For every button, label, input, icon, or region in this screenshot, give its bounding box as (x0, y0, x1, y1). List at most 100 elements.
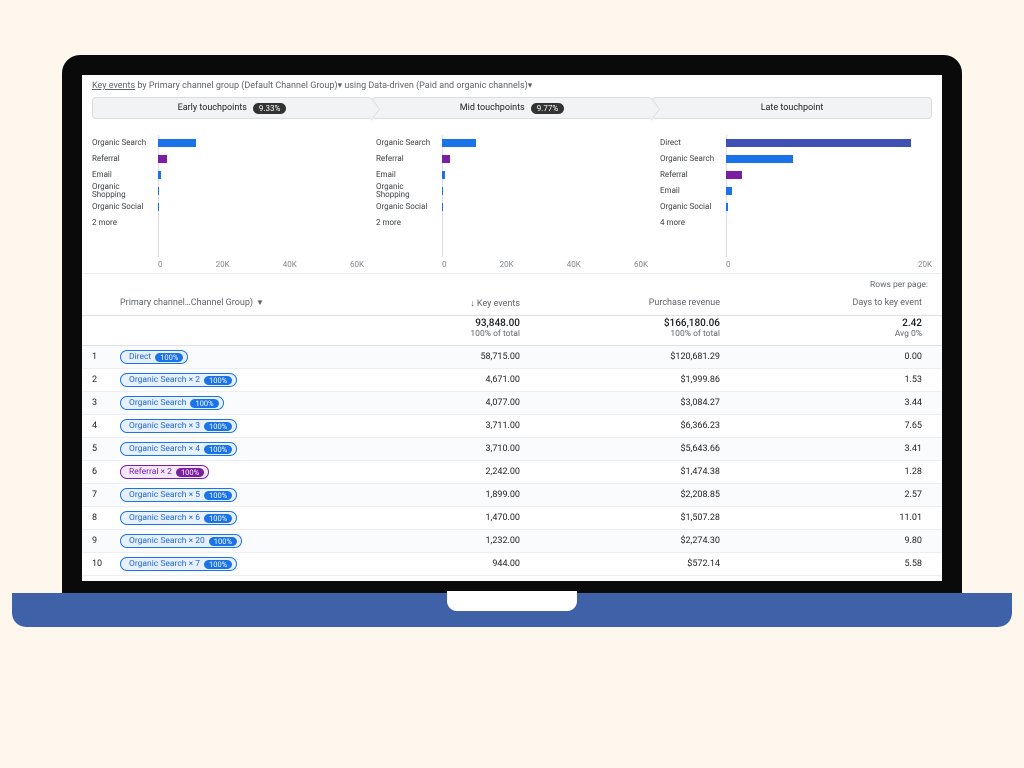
table-row[interactable]: 8Organic Search × 6100%1,470.00$1,507.28… (82, 507, 942, 530)
chart-bar-row: Organic Search (92, 135, 364, 151)
chart-bar-label: Email (92, 171, 154, 179)
table-row[interactable]: 4Organic Search × 3100%3,711.00$6,366.23… (82, 415, 942, 438)
channel-chip[interactable]: Direct100% (120, 350, 188, 364)
chart-bar-row: Referral (376, 151, 648, 167)
table-row[interactable]: 3Organic Search100%4,077.00$3,084.273.44 (82, 392, 942, 415)
chart-bar-label: Email (376, 171, 438, 179)
channel-chip[interactable]: Organic Search × 20100% (120, 534, 242, 548)
chart-bar (158, 203, 159, 211)
chip-label: Organic Search × 4 (129, 444, 200, 454)
chart-more[interactable]: 2 more (376, 219, 438, 227)
table-row[interactable]: 10Organic Search × 7100%944.00$572.145.5… (82, 553, 942, 576)
row-revenue: $3,084.27 (520, 398, 720, 408)
col-channel[interactable]: Primary channel…Channel Group)▼ (120, 298, 360, 309)
chip-badge: 100% (204, 445, 232, 454)
row-index: 5 (92, 444, 120, 454)
chip-label: Organic Search × 20 (129, 536, 205, 546)
chart-bar (442, 203, 443, 211)
chart-bar-label: Organic Social (92, 203, 154, 211)
chip-label: Organic Search × 2 (129, 375, 200, 385)
row-key-events: 58,715.00 (360, 352, 520, 362)
chart-bar-row: Email (660, 183, 932, 199)
touchpoint-tab[interactable]: Early touchpoints9.33% (92, 97, 372, 119)
touchpoint-tab[interactable]: Late touchpoint (652, 97, 932, 119)
chip-badge: 100% (204, 491, 232, 500)
table-row[interactable]: 2Organic Search × 2100%4,671.00$1,999.86… (82, 369, 942, 392)
chart-more[interactable]: 4 more (660, 219, 722, 227)
bar-chart: Organic SearchReferral Email Organic Shopp… (88, 135, 368, 273)
chart-bar (726, 203, 728, 211)
chart-more[interactable]: 2 more (92, 219, 154, 227)
table-summary-row: 93,848.00 100% of total $166,180.06 100%… (82, 316, 942, 346)
row-index: 2 (92, 375, 120, 385)
col-key-events[interactable]: ↓ Key events (360, 298, 520, 309)
bar-chart: DirectOrganic SearchReferralEmailOrganic… (656, 135, 936, 273)
rows-per-page[interactable]: Rows per page: (82, 273, 942, 292)
col-index (92, 298, 120, 309)
chart-bar-row: Email (92, 167, 364, 183)
channel-chip[interactable]: Organic Search × 7100% (120, 557, 237, 571)
chart-bar-row: Email (376, 167, 648, 183)
channel-chip[interactable]: Organic Search × 2100% (120, 373, 237, 387)
row-channel: Organic Search × 4 100% (120, 442, 360, 456)
row-revenue: $1,474.38 (520, 467, 720, 477)
channel-chip[interactable]: Organic Search × 6100% (120, 511, 237, 525)
chart-bar (442, 187, 443, 195)
channel-chip[interactable]: Organic Search × 4 100% (120, 442, 237, 456)
table-body: 1Direct100%58,715.00$120,681.290.002Orga… (82, 346, 942, 576)
row-key-events: 1,470.00 (360, 513, 520, 523)
chart-bar-row: Organic Social (92, 199, 364, 215)
row-key-events: 4,077.00 (360, 398, 520, 408)
chart-bar-label: Referral (660, 171, 722, 179)
header-rest: by Primary channel group (Default Channe… (135, 81, 532, 91)
table-row[interactable]: 5Organic Search × 4100%3,710.00$5,643.66… (82, 438, 942, 461)
chip-label: Organic Search (129, 398, 186, 408)
row-channel: Referral × 2 100% (120, 465, 360, 479)
axis-tick: 20K (918, 260, 932, 269)
channel-chip[interactable]: Organic Search 100% (120, 396, 224, 410)
row-channel: Organic Search × 2100% (120, 373, 360, 387)
axis-tick: 0 (158, 260, 163, 269)
table-row[interactable]: 9Organic Search × 20100%1,232.00$2,274.3… (82, 530, 942, 553)
chart-bar-row: Organic Social (660, 199, 932, 215)
table-header: Primary channel…Channel Group)▼ ↓ Key ev… (82, 292, 942, 316)
chip-label: Referral × 2 (129, 467, 172, 477)
axis-tick: 0 (726, 260, 731, 269)
chart-bar (726, 187, 732, 195)
analytics-screen: Key events by Primary channel group (Def… (82, 75, 942, 581)
header-keyevents[interactable]: Key events (92, 81, 135, 91)
channel-chip[interactable]: Organic Search × 3100% (120, 419, 237, 433)
chip-badge: 100% (176, 468, 204, 477)
row-index: 1 (92, 352, 120, 362)
table-row[interactable]: 7Organic Search × 5100%1,899.00$2,208.85… (82, 484, 942, 507)
table-row[interactable]: 6Referral × 2100%2,242.00$1,474.381.28 (82, 461, 942, 484)
row-days: 2.57 (720, 490, 932, 500)
chip-label: Organic Search × 6 (129, 513, 200, 523)
axis-tick: 60K (634, 260, 648, 269)
chart-bar-label: Organic Social (660, 203, 722, 211)
channel-chip[interactable]: Organic Search × 5 100% (120, 488, 237, 502)
row-index: 10 (92, 559, 120, 569)
attribution-table: Primary channel…Channel Group)▼ ↓ Key ev… (82, 292, 942, 576)
chip-label: Organic Search × 5 (129, 490, 200, 500)
chart-bar-row: Referral (92, 151, 364, 167)
row-index: 7 (92, 490, 120, 500)
touchpoint-tab[interactable]: Mid touchpoints9.77% (372, 97, 652, 119)
summary-revenue: $166,180.06 (520, 318, 720, 329)
chip-badge: 100% (190, 399, 218, 408)
col-purchase-revenue[interactable]: Purchase revenue (520, 298, 720, 309)
chart-bar (158, 171, 161, 179)
chart-bar (158, 155, 167, 163)
table-row[interactable]: 1Direct100%58,715.00$120,681.290.00 (82, 346, 942, 369)
chart-bar (158, 139, 196, 147)
laptop-base (12, 593, 1012, 627)
chart-bar (158, 187, 159, 195)
channel-chip[interactable]: Referral × 2 100% (120, 465, 209, 479)
summary-key-events: 93,848.00 (360, 318, 520, 329)
row-days: 7.65 (720, 421, 932, 431)
row-channel: Organic Search × 6100% (120, 511, 360, 525)
bar-chart: Organic SearchReferralEmailOrganic Shopp… (372, 135, 652, 273)
col-days[interactable]: Days to key event (720, 298, 932, 309)
chip-label: Organic Search × 3 (129, 421, 200, 431)
chart-bar-row: Organic Shopping (92, 183, 364, 199)
